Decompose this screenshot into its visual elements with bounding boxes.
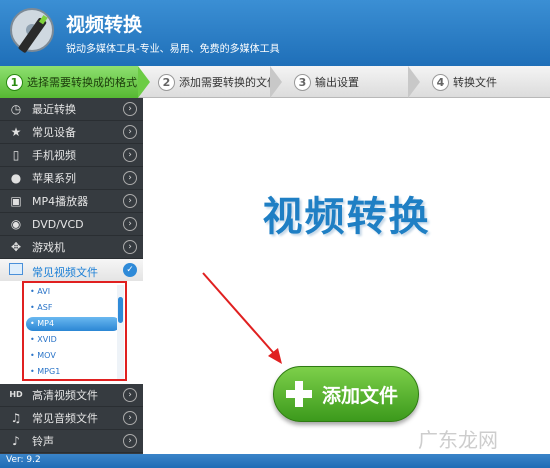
- sidebar-item-label: DVD/VCD: [32, 217, 84, 231]
- sidebar-item-label: MP4播放器: [32, 195, 89, 208]
- status-bar: Ver: 9.2: [0, 454, 550, 468]
- apple-icon: ●: [10, 171, 22, 185]
- watermark: 广东龙网: [418, 428, 498, 452]
- format-item-avi[interactable]: • AVI: [26, 285, 120, 299]
- chevron-right-icon: ›: [123, 194, 137, 208]
- checkmark-icon: ✓: [123, 263, 137, 277]
- format-item-mov[interactable]: • MOV: [26, 349, 120, 363]
- sidebar-item-hd-video[interactable]: HD 高清视频文件 ›: [0, 384, 143, 407]
- phone-icon: ▯: [12, 148, 20, 162]
- scrollbar-thumb[interactable]: [118, 297, 123, 323]
- step-3-arrow: [408, 66, 420, 98]
- sidebar-item-label: 手机视频: [32, 149, 76, 162]
- sidebar-item-label: 最近转换: [32, 103, 76, 116]
- sidebar-item-apple[interactable]: ● 苹果系列 ›: [0, 167, 143, 190]
- sidebar-item-label: 高清视频文件: [32, 389, 98, 402]
- chevron-right-icon: ›: [123, 171, 137, 185]
- step-4-label: 转换文件: [453, 76, 497, 89]
- sidebar-item-label: 苹果系列: [32, 172, 76, 185]
- step-4[interactable]: 4 转换文件: [432, 66, 497, 98]
- format-list-scrollbar[interactable]: [117, 285, 124, 379]
- format-list: • AVI • ASF • MP4 • XVID • MOV • MPG1: [22, 281, 127, 381]
- sidebar-category-common-video: 常见视频文件 ✓ • AVI • ASF • MP4 • XVID • MOV …: [0, 259, 143, 384]
- step-3[interactable]: 3 输出设置: [294, 66, 359, 98]
- sidebar-item-label: 铃声: [32, 435, 54, 448]
- step-3-label: 输出设置: [315, 76, 359, 89]
- annotation-arrow: [202, 272, 282, 364]
- sidebar-item-ringtone[interactable]: ♪ 铃声 ›: [0, 430, 143, 453]
- sidebar-item-common-video[interactable]: 常见视频文件 ✓: [0, 259, 143, 281]
- format-item-xvid[interactable]: • XVID: [26, 333, 120, 347]
- sidebar-item-phone-video[interactable]: ▯ 手机视频 ›: [0, 144, 143, 167]
- sidebar-item-dvd-vcd[interactable]: ◉ DVD/VCD ›: [0, 213, 143, 236]
- chevron-right-icon: ›: [123, 434, 137, 448]
- mp4-player-icon: ▣: [10, 194, 22, 208]
- format-item-asf[interactable]: • ASF: [26, 301, 120, 315]
- sidebar-item-label: 游戏机: [32, 241, 65, 254]
- gamepad-icon: ✥: [10, 240, 22, 254]
- format-item-mp4[interactable]: • MP4: [26, 317, 120, 331]
- star-icon: ★: [10, 125, 22, 139]
- app-logo-icon: [10, 8, 54, 53]
- bell-icon: ♪: [12, 434, 20, 448]
- app-header: 视频转换 锐动多媒体工具-专业、易用、免费的多媒体工具: [0, 0, 550, 66]
- music-note-icon: ♫: [10, 411, 22, 425]
- chevron-right-icon: ›: [123, 217, 137, 231]
- app-subtitle: 锐动多媒体工具-专业、易用、免费的多媒体工具: [66, 44, 280, 55]
- step-2-label: 添加需要转换的文件: [179, 76, 278, 89]
- chevron-right-icon: ›: [123, 148, 137, 162]
- disc-icon: ◉: [10, 217, 22, 231]
- chevron-right-icon: ›: [123, 125, 137, 139]
- sidebar-item-devices[interactable]: ★ 常见设备 ›: [0, 121, 143, 144]
- hd-icon: HD: [9, 390, 23, 399]
- step-1[interactable]: 1 选择需要转换成的格式: [0, 66, 138, 98]
- chevron-right-icon: ›: [123, 388, 137, 402]
- video-file-icon: [9, 263, 23, 275]
- step-2-number: 2: [158, 73, 175, 91]
- chevron-right-icon: ›: [123, 102, 137, 116]
- format-item-mpg1[interactable]: • MPG1: [26, 365, 120, 379]
- plus-icon: [284, 379, 314, 409]
- sidebar-item-common-audio[interactable]: ♫ 常见音频文件 ›: [0, 407, 143, 430]
- step-1-arrow: [138, 66, 150, 98]
- step-2-arrow: [270, 66, 282, 98]
- sidebar-item-game-console[interactable]: ✥ 游戏机 ›: [0, 236, 143, 259]
- version-label: Ver: 9.2: [6, 455, 41, 465]
- step-3-number: 3: [294, 73, 311, 91]
- step-1-label: 选择需要转换成的格式: [27, 76, 137, 89]
- clock-icon: ◷: [10, 102, 22, 116]
- add-file-button[interactable]: 添加文件: [273, 366, 419, 422]
- step-2[interactable]: 2 添加需要转换的文件: [158, 66, 278, 98]
- sidebar-item-label: 常见设备: [32, 126, 76, 139]
- chevron-right-icon: ›: [123, 411, 137, 425]
- main-title: 视频转换: [262, 194, 431, 240]
- sidebar-item-label: 常见视频文件: [32, 266, 98, 279]
- step-4-number: 4: [432, 73, 449, 91]
- sidebar-item-mp4-player[interactable]: ▣ MP4播放器 ›: [0, 190, 143, 213]
- step-1-number: 1: [6, 73, 23, 91]
- sidebar: ◷ 最近转换 › ★ 常见设备 › ▯ 手机视频 › ● 苹果系列 › ▣ MP…: [0, 98, 143, 454]
- sidebar-item-recent[interactable]: ◷ 最近转换 ›: [0, 98, 143, 121]
- step-bar: 1 选择需要转换成的格式 2 添加需要转换的文件 3 输出设置 4 转换文件: [0, 66, 550, 98]
- app-title: 视频转换: [66, 14, 143, 36]
- main-panel: 视频转换 添加文件: [143, 98, 550, 454]
- chevron-right-icon: ›: [123, 240, 137, 254]
- add-file-label: 添加文件: [322, 384, 399, 407]
- sidebar-item-label: 常见音频文件: [32, 412, 98, 425]
